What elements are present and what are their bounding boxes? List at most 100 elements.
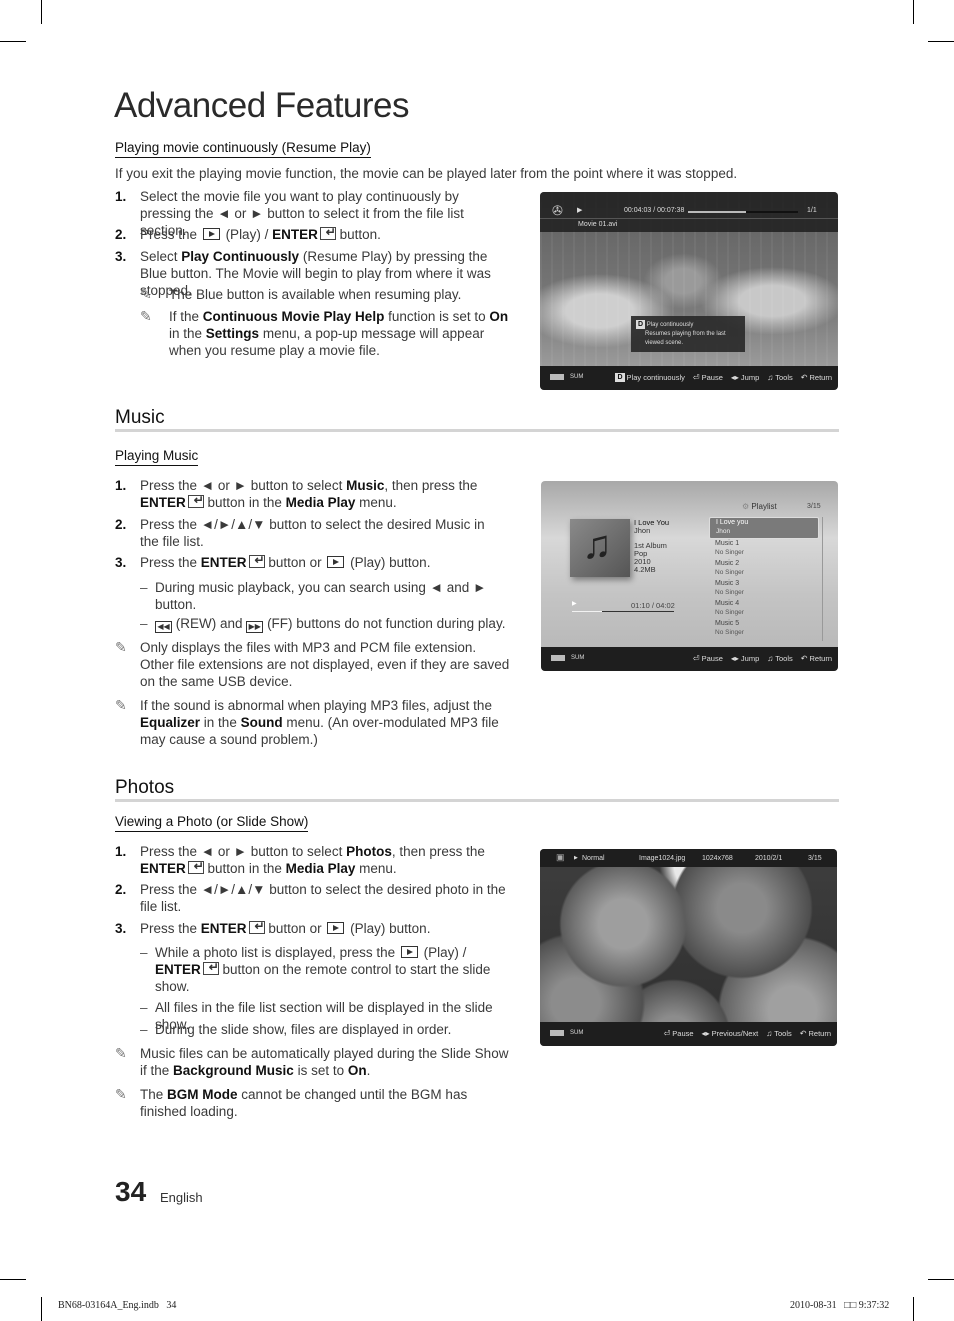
play-state-icon: ▶ <box>572 601 577 607</box>
music-screenshot: ⚙ Playlist 3/15 ♫ I Love You Jhon 1st Al… <box>541 481 838 671</box>
section-divider <box>115 799 839 802</box>
playlist-item-artist: Jhon <box>716 528 731 535</box>
music-dash-2: – ◀◀ (REW) and ▶▶ (FF) buttons do not fu… <box>140 616 506 633</box>
crop-mark <box>41 0 42 24</box>
blue-d-key-icon: D <box>615 373 625 382</box>
crop-mark <box>0 1279 26 1280</box>
note-pencil-icon: ✎ <box>115 697 127 713</box>
music-note-2: ✎ If the sound is abnormal when playing … <box>115 697 499 747</box>
photo-command-bar: SUM ⏎ Pause ◂▸ Previous/Next ♫ Tools ↶ Retur… <box>540 1022 837 1046</box>
music-dash-1: – During music playback, you can search … <box>140 580 487 612</box>
crop-mark <box>0 41 26 42</box>
film-reel-icon: ✇ <box>552 203 563 218</box>
playlist-item-artist: No Singer <box>715 589 744 596</box>
play-button-icon <box>400 946 418 958</box>
usb-device-icon <box>550 374 564 380</box>
music-progress-track <box>572 611 674 612</box>
music-note-icon: ♫ <box>582 523 612 567</box>
playlist-item-title: Music 4 <box>715 600 740 607</box>
music-step-1: 1. Press the ◄ or ► button to select Mus… <box>115 477 507 511</box>
playlist-item[interactable]: Music 5 No Singer <box>709 619 819 639</box>
playlist-item-artist: No Singer <box>715 629 744 636</box>
usb-device-icon <box>551 655 565 661</box>
footer-date: 2010-08-31 □□ 9:37:32 <box>790 1300 890 1311</box>
music-note-1: ✎ Only displays the files with MP3 and P… <box>115 639 510 689</box>
enter-icon: ⏎ <box>663 1029 671 1038</box>
return-icon: ↶ <box>799 1029 807 1038</box>
movie-time: 00:04:03 / 00:07:38 <box>624 207 685 214</box>
playlist-item[interactable]: Music 3 No Singer <box>709 579 819 599</box>
photo-date: 2010/2/1 <box>755 855 783 862</box>
play-state-icon: ▶ <box>577 207 583 214</box>
resume-step-2: 2. Press the (Play) / ENTER button. <box>115 224 505 243</box>
cmd-return[interactable]: ↶ Return <box>801 373 832 382</box>
slideshow-mode: Normal <box>582 855 605 862</box>
crop-mark <box>928 1279 954 1280</box>
music-step-2: 2. Press the ◄/►/▲/▼ button to select th… <box>115 517 485 549</box>
resume-note-2: ✎ If the Continuous Movie Play Help func… <box>140 308 509 358</box>
cmd-return[interactable]: ↶ Return <box>800 1029 831 1038</box>
note-pencil-icon: ✎ <box>140 286 152 302</box>
note-pencil-icon: ✎ <box>115 1045 127 1061</box>
left-right-icon: ◂▸ <box>701 1029 710 1038</box>
cmd-pause[interactable]: ⏎ Pause <box>693 654 723 663</box>
photos-note-2: ✎ The BGM Mode cannot be changed until t… <box>115 1086 468 1119</box>
photos-heading: Viewing a Photo (or Slide Show) <box>115 813 309 832</box>
crop-mark <box>928 41 954 42</box>
movie-progress-fill <box>688 211 747 213</box>
return-icon: ↶ <box>800 654 808 663</box>
section-divider <box>115 429 839 432</box>
cmd-previous-next[interactable]: ◂▸ Previous/Next <box>702 1029 759 1038</box>
play-button-icon <box>327 922 345 934</box>
cmd-pause[interactable]: ⏎ Pause <box>693 373 723 382</box>
music-step-3: 3. Press the ENTER button or (Play) butt… <box>115 552 507 571</box>
play-state-icon: ▶ <box>574 855 578 861</box>
enter-button-icon <box>202 959 219 976</box>
enter-button-icon <box>319 224 336 241</box>
playlist-scrollbar[interactable] <box>822 517 823 641</box>
playlist-counter: 3/15 <box>807 503 821 510</box>
movie-command-bar: SUM D Play continuously ⏎ Pause ◂▸ Jump ♫ To… <box>540 366 838 390</box>
enter-button-icon <box>187 858 204 875</box>
cmd-jump[interactable]: ◂▸ Jump <box>731 373 759 382</box>
playlist-item-artist: No Singer <box>715 609 744 616</box>
cmd-play-continuously[interactable]: D Play continuously <box>615 373 685 382</box>
tools-icon: ♫ <box>767 654 774 663</box>
playlist-item[interactable]: Music 2 No Singer <box>709 559 819 579</box>
playlist-label: ⚙ Playlist <box>742 502 777 511</box>
playlist-item[interactable]: I Love you Jhon <box>709 517 819 539</box>
play-button-icon <box>202 228 220 240</box>
cmd-tools[interactable]: ♫ Tools <box>767 654 793 663</box>
rewind-button-icon: ◀◀ <box>155 621 172 633</box>
cmd-tools[interactable]: ♫ Tools <box>767 373 793 382</box>
return-icon: ↶ <box>800 373 808 382</box>
playlist-item-artist: No Singer <box>715 549 744 556</box>
photos-section-title: Photos <box>115 777 175 798</box>
playlist: I Love you Jhon Music 1 No Singer Music 2 No … <box>709 517 819 639</box>
cmd-jump[interactable]: ◂▸ Jump <box>731 654 759 663</box>
photo-icon: ▣ <box>556 852 565 862</box>
tools-icon: ♫ <box>766 1029 773 1038</box>
note-pencil-icon: ✎ <box>140 308 152 324</box>
movie-info-bar: ✇ ▶ 00:04:03 / 00:07:38 1/1 Movie 01.avi <box>540 192 838 232</box>
usb-device-icon <box>550 1030 564 1036</box>
photo-screenshot: ▣ ▶ Normal Image1024.jpg 1024x768 2010/2… <box>540 849 837 1046</box>
playlist-item[interactable]: Music 4 No Singer <box>709 599 819 619</box>
crop-mark <box>41 1297 42 1321</box>
cmd-return[interactable]: ↶ Return <box>801 654 832 663</box>
note-pencil-icon: ✎ <box>115 1086 127 1102</box>
left-right-icon: ◂▸ <box>730 654 739 663</box>
playlist-item-title: Music 2 <box>715 560 740 567</box>
photos-note-1: ✎ Music files can be automatically playe… <box>115 1045 509 1078</box>
cmd-pause[interactable]: ⏎ Pause <box>664 1029 694 1038</box>
page-language: English <box>160 1190 203 1205</box>
movie-counter: 1/1 <box>807 207 817 214</box>
crop-mark <box>913 1297 914 1321</box>
playlist-item[interactable]: Music 1 No Singer <box>709 539 819 559</box>
photo-resolution: 1024x768 <box>702 855 733 862</box>
enter-button-icon <box>248 918 265 935</box>
movie-screenshot: ✇ ▶ 00:04:03 / 00:07:38 1/1 Movie 01.avi… <box>540 192 838 390</box>
blue-d-key-icon: D <box>636 320 646 329</box>
resume-popup: D Play continuously Resumes playing from… <box>631 316 745 352</box>
cmd-tools[interactable]: ♫ Tools <box>766 1029 792 1038</box>
